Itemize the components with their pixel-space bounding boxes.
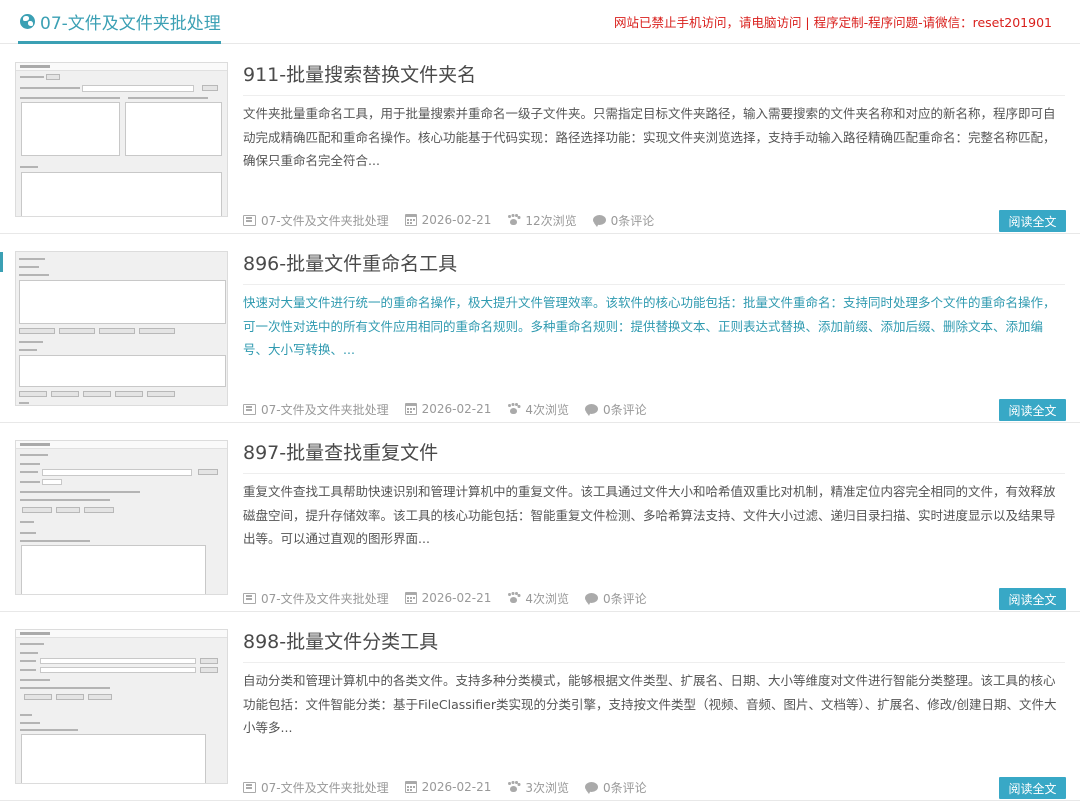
post-comments[interactable]: 0条评论 [585, 590, 647, 607]
calendar-icon [404, 781, 417, 793]
category-title-underline [18, 41, 221, 44]
read-more-button[interactable]: 阅读全文 [999, 588, 1066, 610]
post-date: 2026-02-21 [404, 780, 491, 794]
post-category[interactable]: 07-文件及文件夹批处理 [243, 401, 389, 418]
read-more-button[interactable]: 阅读全文 [999, 777, 1066, 799]
post-title[interactable]: 896-批量文件重命名工具 [243, 251, 457, 277]
post-comments[interactable]: 0条评论 [592, 212, 654, 229]
read-more-button[interactable]: 阅读全文 [999, 210, 1066, 232]
calendar-icon [404, 403, 417, 415]
post-category[interactable]: 07-文件及文件夹批处理 [243, 590, 389, 607]
post-date: 2026-02-21 [404, 591, 491, 605]
paw-icon [507, 592, 520, 604]
post-card: 898-批量文件分类工具 自动分类和管理计算机中的各类文件。支持多种分类模式，能… [0, 612, 1080, 801]
site-notice: 网站已禁止手机访问，请电脑访问 | 程序定制-程序问题-请微信：reset201… [613, 15, 1052, 30]
post-title[interactable]: 898-批量文件分类工具 [243, 629, 438, 655]
comment-icon [585, 782, 598, 794]
post-meta: 07-文件及文件夹批处理 2026-02-21 12次浏览 0条评论 [243, 212, 670, 228]
read-more-button[interactable]: 阅读全文 [999, 399, 1066, 421]
post-comments[interactable]: 0条评论 [585, 779, 647, 796]
post-meta: 07-文件及文件夹批处理 2026-02-21 4次浏览 0条评论 [243, 401, 663, 417]
post-title[interactable]: 911-批量搜索替换文件夹名 [243, 62, 476, 88]
category-title-text: 07-文件及文件夹批处理 [40, 14, 221, 34]
post-card: 897-批量查找重复文件 重复文件查找工具帮助快速识别和管理计算机中的重复文件。… [0, 423, 1080, 612]
post-views: 4次浏览 [507, 401, 569, 418]
post-meta: 07-文件及文件夹批处理 2026-02-21 4次浏览 0条评论 [243, 590, 663, 606]
post-title-divider [243, 662, 1065, 663]
post-title-divider [243, 95, 1065, 96]
list-icon [243, 214, 256, 226]
post-views: 3次浏览 [507, 779, 569, 796]
post-category[interactable]: 07-文件及文件夹批处理 [243, 212, 389, 229]
comment-icon [592, 215, 606, 227]
post-excerpt: 自动分类和管理计算机中的各类文件。支持多种分类模式，能够根据文件类型、扩展名、日… [243, 673, 1057, 735]
post-title-divider [243, 473, 1065, 474]
post-date: 2026-02-21 [404, 213, 491, 227]
list-icon [243, 403, 256, 415]
calendar-icon [404, 214, 417, 226]
paw-icon [507, 214, 520, 226]
post-excerpt: 重复文件查找工具帮助快速识别和管理计算机中的重复文件。该工具通过文件大小和哈希值… [243, 484, 1056, 546]
post-thumbnail[interactable] [15, 440, 228, 595]
post-category[interactable]: 07-文件及文件夹批处理 [243, 779, 389, 796]
comment-icon [585, 593, 598, 605]
globe-icon [20, 14, 35, 29]
post-card: 896-批量文件重命名工具 快速对大量文件进行统一的重命名操作，极大提升文件管理… [0, 234, 1080, 423]
post-thumbnail[interactable] [15, 62, 228, 217]
comment-icon [585, 404, 598, 416]
category-title: 07-文件及文件夹批处理 [20, 0, 221, 43]
paw-icon [507, 403, 520, 415]
post-excerpt: 快速对大量文件进行统一的重命名操作，极大提升文件管理效率。该软件的核心功能包括：… [243, 295, 1056, 357]
post-thumbnail[interactable] [15, 251, 228, 406]
paw-icon [507, 781, 520, 793]
post-thumbnail[interactable] [15, 629, 228, 784]
post-date: 2026-02-21 [404, 402, 491, 416]
list-icon [243, 781, 256, 793]
post-title-divider [243, 284, 1065, 285]
post-comments[interactable]: 0条评论 [585, 401, 647, 418]
calendar-icon [404, 592, 417, 604]
post-title[interactable]: 897-批量查找重复文件 [243, 440, 438, 466]
post-card: 911-批量搜索替换文件夹名 文件夹批量重命名工具，用于批量搜索并重命名一级子文… [0, 45, 1080, 234]
post-meta: 07-文件及文件夹批处理 2026-02-21 3次浏览 0条评论 [243, 779, 663, 795]
post-excerpt: 文件夹批量重命名工具，用于批量搜索并重命名一级子文件夹。只需指定目标文件夹路径，… [243, 106, 1056, 168]
post-views: 4次浏览 [507, 590, 569, 607]
category-header: 07-文件及文件夹批处理 网站已禁止手机访问，请电脑访问 | 程序定制-程序问题… [0, 0, 1080, 44]
post-views: 12次浏览 [507, 212, 577, 229]
list-icon [243, 592, 256, 604]
